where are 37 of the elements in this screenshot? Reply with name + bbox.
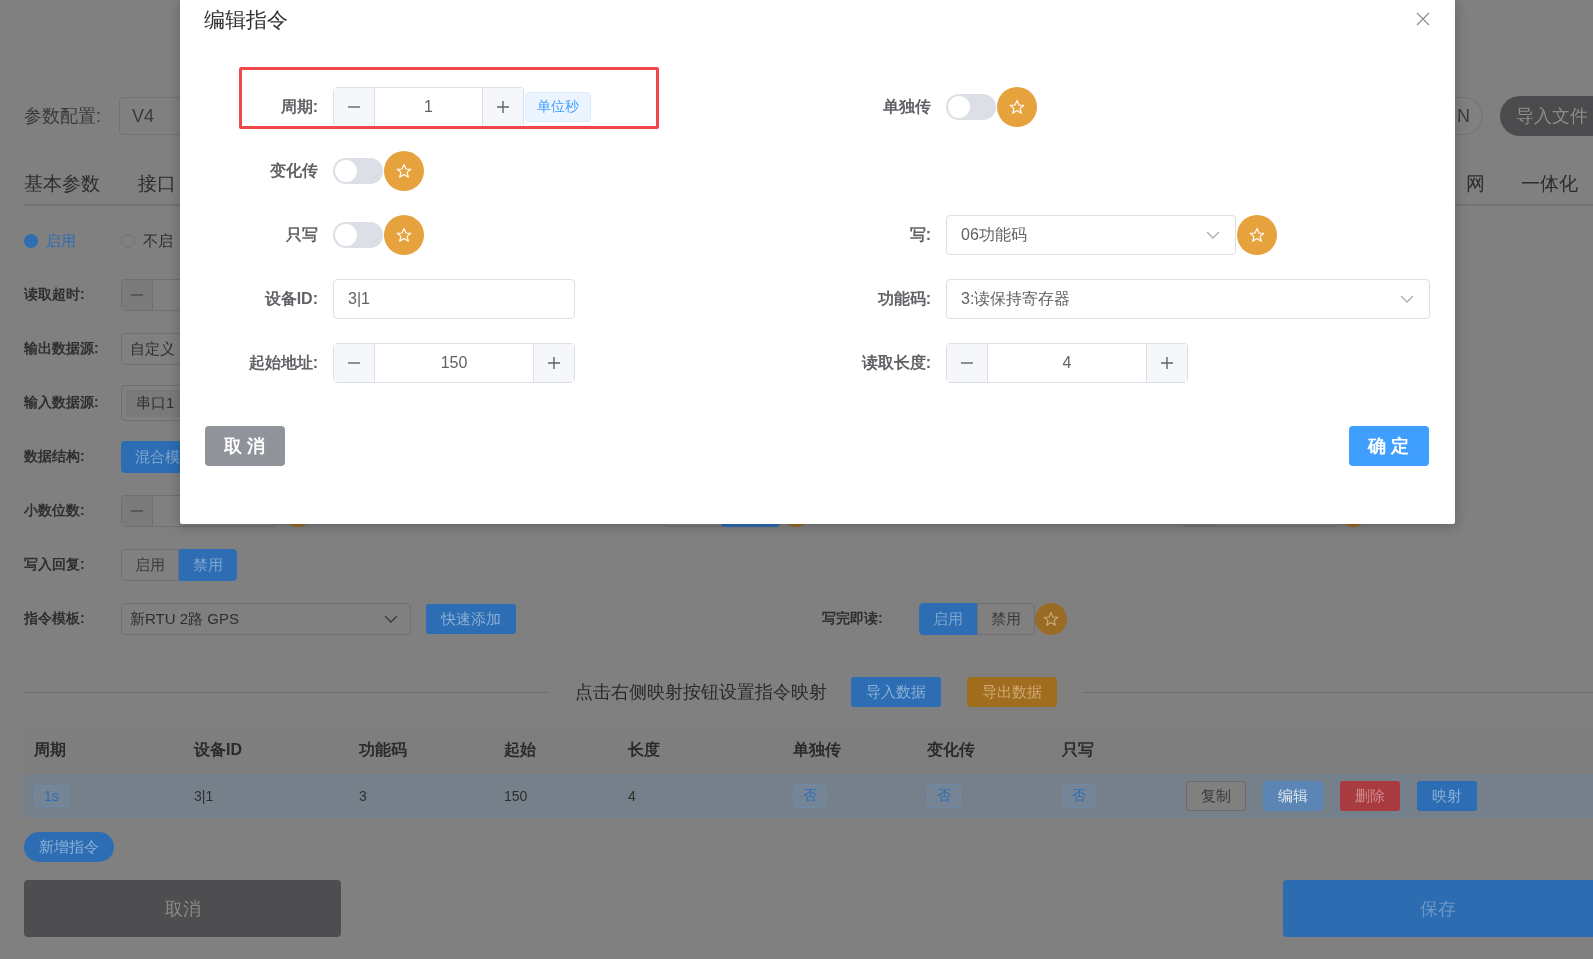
column-header: 长度	[628, 739, 661, 760]
table-cell: 3	[359, 788, 367, 804]
column-header: 周期	[34, 739, 67, 760]
field-label: 读取超时:	[24, 286, 86, 304]
config-label: 参数配置:	[24, 105, 102, 128]
field-label: 周期:	[279, 96, 319, 117]
mapping-hint: 点击右侧映射按钮设置指令映射	[575, 681, 827, 704]
table-cell: 4	[628, 788, 636, 804]
field-label: 小数位数:	[24, 502, 86, 520]
table-tag: 否	[1062, 784, 1096, 808]
column-header: 功能码	[359, 739, 408, 760]
field-label: 功能码:	[876, 288, 932, 309]
column-header: 设备ID	[194, 739, 243, 760]
field-label: 变化传	[269, 160, 319, 181]
field-label: 写完即读:	[822, 610, 884, 628]
column-header: 起始	[504, 739, 537, 760]
field-label: 起始地址:	[247, 352, 319, 373]
column-header: 变化传	[927, 739, 976, 760]
column-header: 单独传	[793, 739, 842, 760]
field-label: 输入数据源:	[24, 394, 100, 412]
field-label: 只写	[285, 224, 319, 245]
field-label: 写:	[908, 224, 932, 245]
field-label: 设备ID:	[263, 288, 319, 309]
table-cell: 150	[504, 788, 528, 804]
dialog-title: 编辑指令	[204, 7, 288, 33]
table-tag: 否	[927, 784, 961, 808]
table-cell: 3|1	[194, 788, 214, 804]
table-tag: 否	[793, 784, 827, 808]
field-label: 单独传	[882, 96, 932, 117]
table-tag: 1s	[34, 785, 69, 807]
field-label: 数据结构:	[24, 448, 86, 466]
field-label: 读取长度:	[860, 352, 932, 373]
field-label: 输出数据源:	[24, 340, 100, 358]
field-label: 指令模板:	[24, 610, 86, 628]
unit-tag: 单位秒	[525, 92, 591, 122]
column-header: 只写	[1062, 739, 1095, 760]
field-label: 写入回复:	[24, 556, 86, 574]
